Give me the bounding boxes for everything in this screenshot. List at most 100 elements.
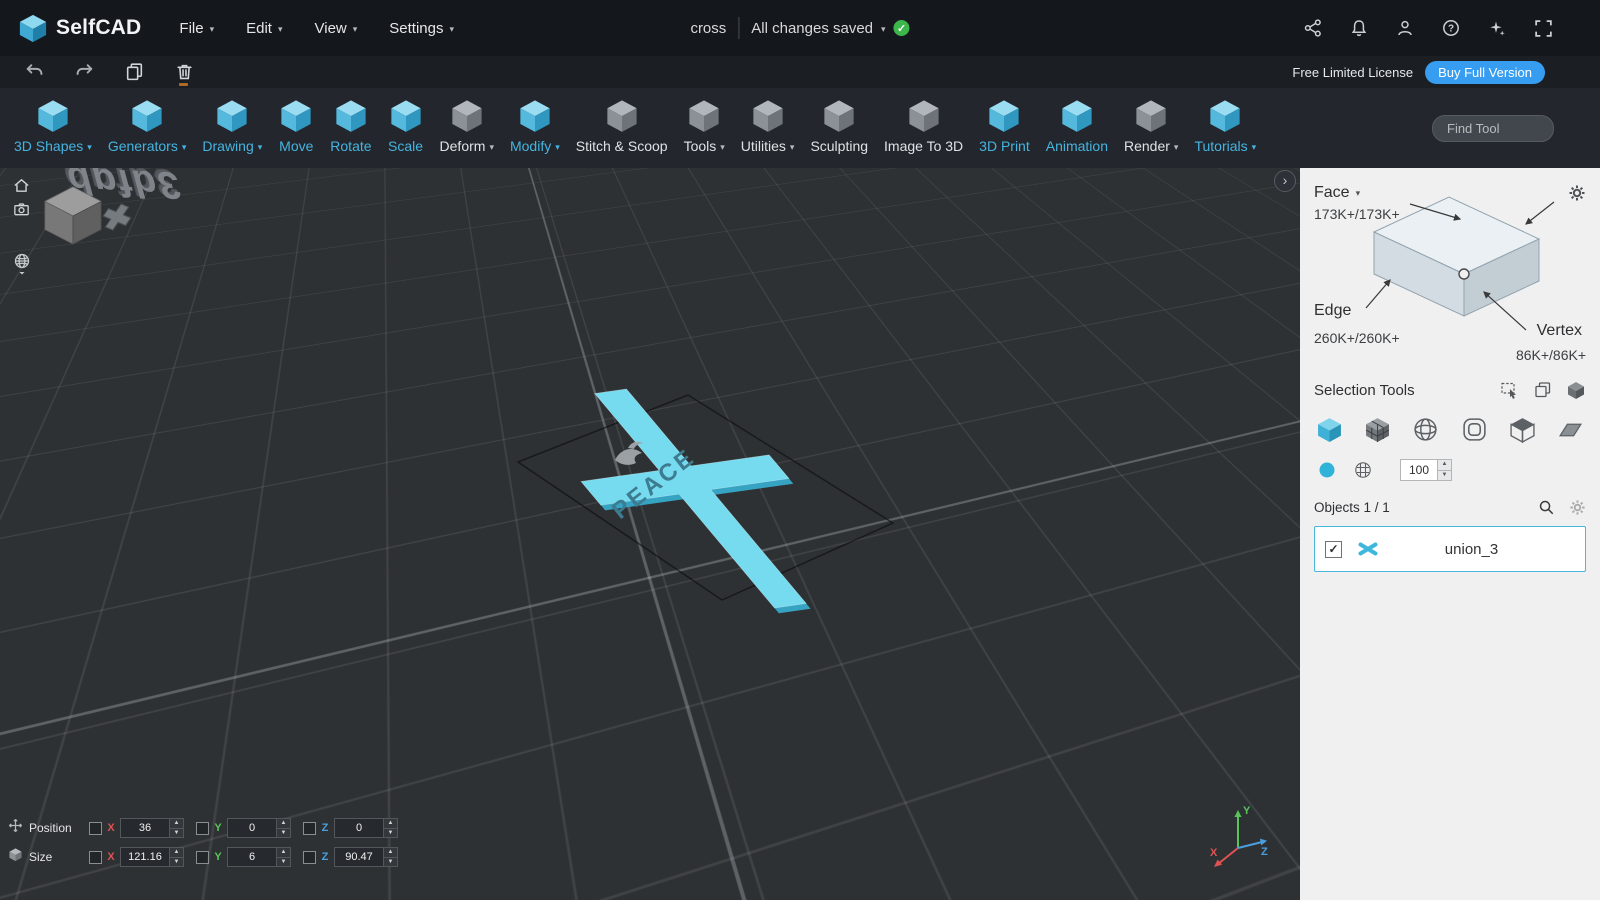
position-y-input[interactable] (228, 819, 276, 837)
size-x-lock-checkbox[interactable] (89, 850, 102, 864)
tool-drawing[interactable]: Drawing ▾ (194, 92, 270, 156)
size-z-lock-checkbox[interactable] (303, 850, 316, 864)
tool-utilities[interactable]: Utilities ▾ (733, 92, 803, 156)
menu-file[interactable]: File ▾ (167, 12, 226, 45)
home-view-icon[interactable] (12, 176, 31, 200)
camera-view-icon[interactable] (12, 200, 31, 224)
notifications-bell-icon[interactable] (1348, 17, 1370, 39)
select-sphere-mode-icon[interactable] (1412, 416, 1439, 443)
select-face-mode-icon[interactable] (1509, 416, 1536, 443)
tool-3d-print[interactable]: 3D Print ▾ (971, 92, 1038, 156)
position-z-lock-checkbox[interactable] (303, 821, 316, 835)
position-z-input[interactable] (335, 819, 383, 837)
save-status[interactable]: All changes saved ▾ ✓ (751, 20, 910, 37)
sparkle-icon[interactable] (1486, 17, 1508, 39)
position-y-stepper[interactable]: ▲ ▼ (276, 819, 290, 837)
utilities-icon (750, 94, 786, 136)
face-label-group[interactable]: Face ▾ (1314, 184, 1360, 202)
share-icon[interactable] (1302, 17, 1324, 39)
round-brush-icon[interactable] (1318, 461, 1336, 479)
chevron-down-icon: ▾ (1355, 187, 1361, 198)
chevron-down-icon: ▾ (1173, 141, 1179, 152)
animation-icon (1059, 94, 1095, 136)
tolerance-row: ▲▼ (1314, 459, 1586, 481)
selfcad-app: SelfCAD File ▾ Edit ▾ View ▾ Settings ▾ … (0, 0, 1600, 900)
menu-view[interactable]: View ▾ (303, 12, 370, 45)
toolbar-items: 3D Shapes ▾ Generators ▾ Drawing ▾ Move … (6, 92, 1264, 164)
copy-selection-icon[interactable] (1533, 380, 1553, 400)
tool-3d-shapes[interactable]: 3D Shapes ▾ (6, 92, 100, 156)
tool-animation[interactable]: Animation ▾ (1038, 92, 1116, 156)
size-y-input[interactable] (228, 848, 276, 866)
size-x-stepper[interactable]: ▲ ▼ (169, 848, 183, 866)
objects-header: Objects 1 / 1 (1314, 500, 1390, 515)
delete-trash-icon[interactable] (174, 61, 196, 86)
undo-icon[interactable] (24, 61, 46, 83)
main-menus: File ▾ Edit ▾ View ▾ Settings ▾ (167, 12, 466, 45)
chevron-down-icon: ▾ (277, 23, 283, 34)
position-x-stepper[interactable]: ▲ ▼ (169, 819, 183, 837)
tool-move[interactable]: Move ▾ (270, 92, 322, 156)
search-objects-icon[interactable] (1538, 499, 1555, 516)
tool-deform[interactable]: Deform ▾ (432, 92, 502, 156)
copy-icon[interactable] (124, 61, 146, 83)
document-state: cross All changes saved ▾ ✓ (690, 0, 910, 56)
position-x-lock-checkbox[interactable] (89, 821, 102, 835)
help-icon[interactable]: ? (1440, 17, 1462, 39)
sculpting-icon (821, 94, 857, 136)
globe-perspective-icon[interactable] (12, 252, 32, 281)
size-x-input[interactable] (121, 848, 169, 866)
tool-scale[interactable]: Scale ▾ (380, 92, 432, 156)
select-rounded-cube-icon[interactable] (1461, 416, 1488, 443)
top-bar: SelfCAD File ▾ Edit ▾ View ▾ Settings ▾ … (0, 0, 1600, 56)
vertex-label: Vertex (1536, 322, 1582, 339)
tool-image-to-3d[interactable]: Image To 3D ▾ (876, 92, 971, 156)
grid-plane (0, 168, 1300, 900)
select-all-cube-icon[interactable] (1566, 380, 1586, 400)
size-z-input[interactable] (335, 848, 383, 866)
tool-rotate[interactable]: Rotate ▾ (322, 92, 379, 156)
marquee-select-icon[interactable] (1500, 380, 1520, 400)
tolerance-input[interactable] (1401, 460, 1437, 480)
position-x-input[interactable] (121, 819, 169, 837)
select-subdivided-cube-icon[interactable] (1364, 416, 1391, 443)
mesh-sphere-icon[interactable] (1354, 461, 1372, 479)
viewport-3d[interactable]: 3dfgb PEACE › Position X 36 ▲ ▼ Y 0 ▲ ▼ … (0, 168, 1300, 900)
tool-generators[interactable]: Generators ▾ (100, 92, 195, 156)
select-plane-mode-icon[interactable] (1557, 416, 1584, 443)
selfcad-logo[interactable]: SelfCAD (18, 13, 141, 43)
object-list-item[interactable]: union_3 (1314, 526, 1586, 572)
position-z-stepper[interactable]: ▲ ▼ (383, 819, 397, 837)
generators-icon (129, 94, 165, 136)
panel-settings-gear-icon[interactable] (1568, 184, 1586, 207)
view-cube[interactable] (38, 182, 108, 253)
find-tool-input[interactable] (1432, 114, 1554, 142)
size-y-stepper[interactable]: ▲ ▼ (276, 848, 290, 866)
fullscreen-icon[interactable] (1532, 17, 1554, 39)
project-name: cross (690, 19, 727, 37)
objects-settings-gear-icon[interactable] (1569, 499, 1586, 516)
size-y-lock-checkbox[interactable] (196, 850, 209, 864)
size-row: Size X ▲▼ Y ▲▼ Z ▲▼ (8, 847, 398, 867)
object-visibility-checkbox[interactable] (1325, 540, 1342, 558)
tool-stitch-scoop[interactable]: Stitch & Scoop ▾ (568, 92, 676, 156)
tool-modify[interactable]: Modify ▾ (502, 92, 568, 156)
tolerance-stepper[interactable]: ▲ ▼ (1437, 460, 1451, 480)
menu-settings[interactable]: Settings ▾ (377, 12, 466, 45)
buy-full-version-button[interactable]: Buy Full Version (1425, 60, 1545, 84)
panel-collapse-chevron[interactable]: › (1274, 170, 1296, 192)
tool-render[interactable]: Render ▾ (1116, 92, 1186, 156)
position-y-lock-checkbox[interactable] (196, 821, 209, 835)
saved-check-icon: ✓ (893, 20, 910, 36)
license-area: Free Limited License Buy Full Version (1292, 60, 1545, 84)
user-account-icon[interactable] (1394, 17, 1416, 39)
select-cube-mode-icon[interactable] (1316, 416, 1343, 443)
size-z-stepper[interactable]: ▲ ▼ (383, 848, 397, 866)
menu-edit[interactable]: Edit ▾ (234, 12, 294, 45)
tool-tutorials[interactable]: Tutorials ▾ (1186, 92, 1264, 156)
tool-tools[interactable]: Tools ▾ (676, 92, 733, 156)
redo-icon[interactable] (74, 61, 96, 83)
tool-sculpting[interactable]: Sculpting ▾ (802, 92, 876, 156)
license-text: Free Limited License (1292, 64, 1414, 80)
chevron-down-icon: ▾ (87, 141, 92, 152)
